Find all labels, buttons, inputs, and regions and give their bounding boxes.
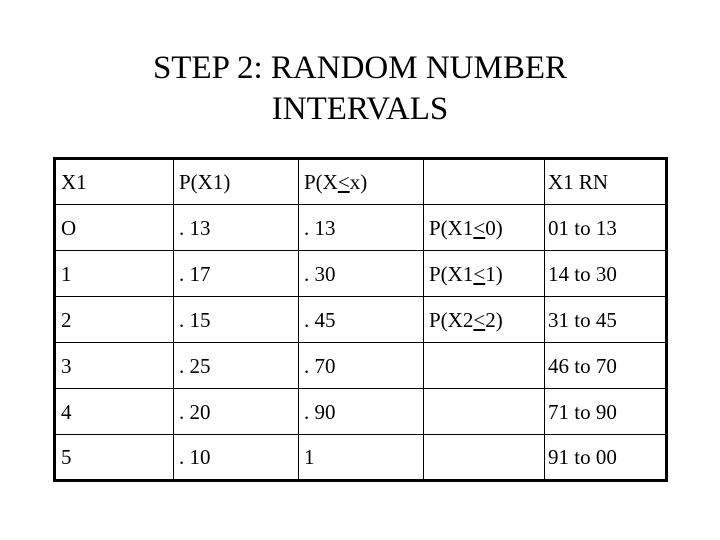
cell-x1: 2	[54, 296, 174, 343]
less-than-or-equal-icon: <	[473, 307, 486, 332]
less-than-or-equal-icon: <	[473, 215, 486, 240]
cell-p-x1: . 20	[173, 388, 299, 435]
cell-cdf-expression	[423, 388, 545, 435]
column-header-p-cumulative: P(X<x)	[298, 158, 424, 205]
table-row: O . 13 . 13 P(X1<0) 01 to 13	[54, 204, 667, 251]
cdf-suffix: 0)	[485, 215, 503, 240]
cdf-suffix: 2)	[485, 307, 503, 332]
cdf-prefix: P(X2	[429, 307, 474, 332]
column-header-x1-rn: X1 RN	[544, 158, 667, 205]
table-row: 5 . 10 1 91 to 00	[54, 434, 667, 481]
cell-cdf-expression: P(X1<1)	[423, 250, 545, 297]
header-cdf-suffix: x)	[349, 170, 368, 194]
random-number-intervals-table: X1 P(X1) P(X<x) X1 RN O . 13 . 13 P(X1<0…	[53, 157, 668, 482]
cell-p-cumulative: . 90	[298, 388, 424, 435]
less-than-or-equal-icon: <	[337, 170, 350, 194]
cell-rn-range: 01 to 13	[544, 204, 667, 251]
cell-x1: 3	[54, 342, 174, 389]
cell-p-cumulative: . 70	[298, 342, 424, 389]
cell-p-cumulative: . 30	[298, 250, 424, 297]
column-header-blank	[423, 158, 545, 205]
column-header-x1: X1	[54, 158, 174, 205]
cell-p-x1: . 13	[173, 204, 299, 251]
table-row: 4 . 20 . 90 71 to 90	[54, 388, 667, 435]
table-row: 1 . 17 . 30 P(X1<1) 14 to 30	[54, 250, 667, 297]
cell-p-x1: . 15	[173, 296, 299, 343]
cell-rn-range: 46 to 70	[544, 342, 667, 389]
cdf-suffix: 1)	[485, 261, 503, 286]
table-row: 2 . 15 . 45 P(X2<2) 31 to 45	[54, 296, 667, 343]
cdf-prefix: P(X1	[429, 215, 474, 240]
cell-p-x1: . 17	[173, 250, 299, 297]
cell-p-cumulative: 1	[298, 434, 424, 481]
slide-canvas: STEP 2: RANDOM NUMBER INTERVALS X1 P(X1)…	[0, 0, 720, 540]
cell-rn-range: 91 to 00	[544, 434, 667, 481]
cell-x1: O	[54, 204, 174, 251]
column-header-p-x1: P(X1)	[173, 158, 299, 205]
page-title: STEP 2: RANDOM NUMBER INTERVALS	[152, 50, 568, 127]
less-than-or-equal-icon: <	[473, 261, 486, 286]
cell-cdf-expression	[423, 434, 545, 481]
cell-p-x1: . 25	[173, 342, 299, 389]
cell-x1: 4	[54, 388, 174, 435]
header-cdf-prefix: P(X	[304, 170, 338, 194]
cell-rn-range: 31 to 45	[544, 296, 667, 343]
cell-cdf-expression	[423, 342, 545, 389]
cell-rn-range: 14 to 30	[544, 250, 667, 297]
table-header-row: X1 P(X1) P(X<x) X1 RN	[54, 158, 667, 205]
cell-cdf-expression: P(X1<0)	[423, 204, 545, 251]
cell-p-x1: . 10	[173, 434, 299, 481]
cell-x1: 1	[54, 250, 174, 297]
cell-cdf-expression: P(X2<2)	[423, 296, 545, 343]
cdf-prefix: P(X1	[429, 261, 474, 286]
table-row: 3 . 25 . 70 46 to 70	[54, 342, 667, 389]
cell-x1: 5	[54, 434, 174, 481]
cell-p-cumulative: . 13	[298, 204, 424, 251]
cell-rn-range: 71 to 90	[544, 388, 667, 435]
cell-p-cumulative: . 45	[298, 296, 424, 343]
